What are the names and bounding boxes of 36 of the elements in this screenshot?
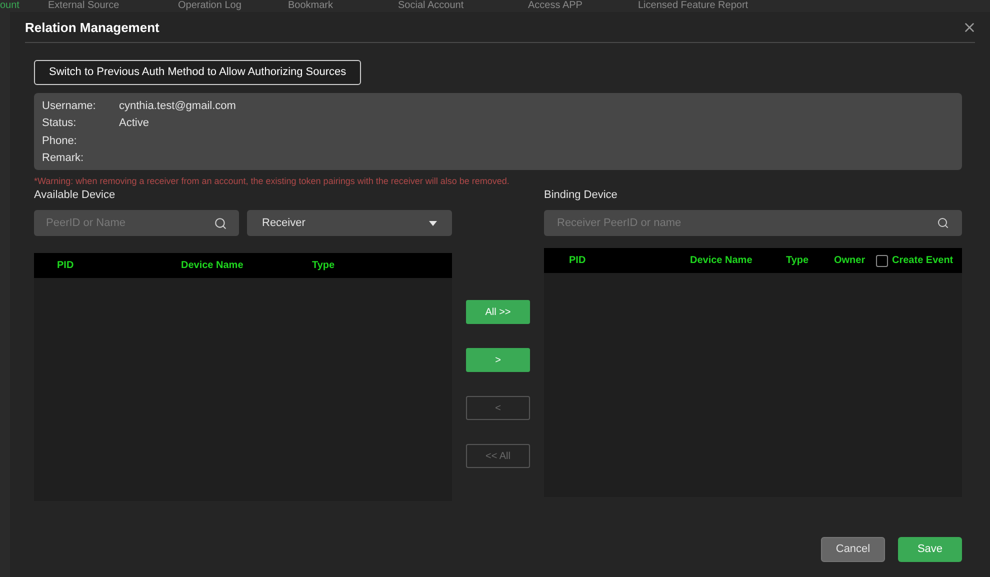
save-button[interactable]: Save: [898, 537, 962, 562]
create-event-checkbox[interactable]: [876, 254, 888, 266]
dialog-title: Relation Management: [25, 18, 160, 37]
info-value: cynthia.test@gmail.com: [119, 98, 236, 114]
warning-text: *Warning: when removing a receiver from an account, the existing token pairings with the receiver will also be removed.: [34, 175, 510, 187]
section-title: Binding Device: [544, 188, 618, 202]
column-header: Device Name: [181, 259, 244, 273]
info-label: Status:: [42, 116, 78, 131]
transfer-button[interactable]: All >>: [466, 300, 530, 324]
info-label: Phone:: [42, 134, 78, 148]
info-label: Username:: [42, 98, 97, 114]
column-header: Create Event: [892, 254, 954, 268]
transfer-button[interactable]: >: [466, 348, 530, 372]
type-dropdown[interactable]: Receiver: [247, 210, 452, 236]
background-tab[interactable]: External Source: [48, 0, 178, 12]
column-header: Type: [786, 254, 810, 268]
search-icon: [214, 217, 227, 230]
background-tab[interactable]: Bookmark: [288, 0, 398, 12]
column-header: PID: [57, 259, 75, 273]
search-icon: [937, 217, 949, 229]
background-tab[interactable]: Social Account: [398, 0, 528, 12]
background-tab[interactable]: Access APP: [528, 0, 638, 12]
caret-icon: [429, 220, 437, 226]
background-tab[interactable]: ount: [0, 0, 48, 12]
column-header: Device Name: [690, 254, 754, 268]
close-icon[interactable]: [962, 20, 977, 35]
column-header: PID: [569, 254, 587, 268]
column-header: Owner: [834, 254, 866, 268]
column-header: Type: [312, 259, 336, 273]
background-tab[interactable]: Operation Log: [178, 0, 288, 12]
info-value: Active: [119, 116, 149, 131]
section-title: Available Device: [34, 188, 116, 202]
info-label: Remark:: [42, 151, 85, 166]
cancel-button[interactable]: Cancel: [821, 537, 885, 562]
background-tab[interactable]: Licensed Feature Report: [638, 0, 858, 12]
switch-auth-button[interactable]: Switch to Previous Auth Method to Allow Authorizing Sources: [34, 60, 362, 85]
